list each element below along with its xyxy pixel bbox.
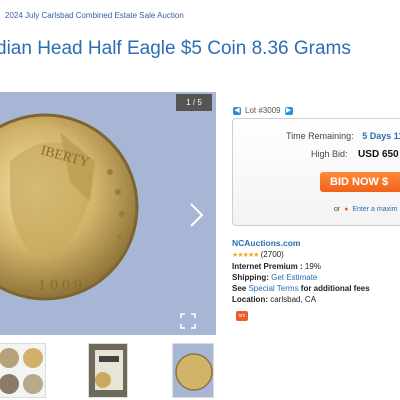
premium-label: Internet Premium : [232, 262, 303, 271]
location-label: Location: [232, 295, 268, 304]
max-bid-row: or ● Enter a maxim [334, 206, 398, 213]
chevron-right-icon [190, 203, 204, 227]
main-image[interactable]: IBERTY 1 0 0 9 [0, 92, 216, 335]
breadcrumb[interactable]: 2024 July Carlsbad Combined Estate Sale … [5, 11, 184, 20]
location-value: carlsbad, CA [270, 295, 317, 304]
time-remaining-row: Time Remaining: 5 Days 11 [286, 131, 400, 141]
see-text: See [232, 284, 247, 293]
rating-count: (2700) [260, 250, 284, 259]
time-remaining-label: Time Remaining: [286, 131, 354, 141]
next-lot-arrow-icon[interactable]: ▶ [284, 106, 293, 115]
bullet-icon: ● [344, 206, 349, 213]
shipping-label: Shipping: [232, 273, 269, 282]
seller-name-link[interactable]: NCAuctions.com [232, 238, 370, 249]
high-bid-row: High Bid: USD 650 [311, 149, 399, 160]
lot-navigation: ◀ Lot #3009 ▶ [233, 106, 293, 115]
premium-value: 19% [304, 262, 321, 271]
seller-rating: ★★★★★ (2700) [232, 249, 370, 261]
fees-text: for additional fees [300, 284, 370, 293]
image-counter: 1 / 5 [176, 94, 212, 111]
seller-info: NCAuctions.com ★★★★★ (2700) Internet Pre… [232, 238, 370, 305]
bid-now-button[interactable]: BID NOW $ [320, 172, 400, 192]
shipping-row: Shipping: Get Estimate [232, 272, 370, 283]
thumbnail-3[interactable] [172, 343, 214, 398]
thumbnail-1[interactable] [0, 343, 46, 398]
prev-lot-arrow-icon[interactable]: ◀ [233, 106, 241, 115]
fullscreen-button[interactable] [180, 313, 196, 329]
thumbnail-2[interactable] [88, 343, 128, 398]
time-remaining-value: 5 Days 11 [362, 131, 400, 141]
high-bid-value: USD 650 [358, 149, 399, 160]
location-row: Location: carlsbad, CA [232, 294, 370, 305]
lot-number: Lot #3009 [245, 106, 281, 115]
high-bid-label: High Bid: [311, 149, 348, 159]
rating-stars-icon: ★★★★★ [232, 252, 259, 259]
expand-icon [180, 313, 196, 329]
thumbnail-strip [0, 343, 400, 400]
special-terms-link[interactable]: Special Terms [248, 284, 298, 293]
special-terms-row: See Special Terms for additional fees [232, 283, 370, 294]
bid-now-label: BID NOW $ [330, 176, 389, 188]
next-image-arrow[interactable] [187, 202, 205, 228]
get-estimate-link[interactable]: Get Estimate [271, 273, 317, 282]
enter-max-bid-link[interactable]: Enter a maxim [352, 206, 397, 213]
coin-image: IBERTY 1 0 0 9 [0, 92, 216, 335]
coin-holder-thumbnail-image [89, 344, 127, 397]
seller-badge-icon[interactable]: sm [236, 311, 248, 321]
svg-text:1 0 0 9: 1 0 0 9 [38, 277, 82, 294]
or-text: or [334, 206, 341, 213]
coins-thumbnail-image [0, 344, 45, 397]
internet-premium-row: Internet Premium : 19% [232, 261, 370, 272]
coin-thumbnail-image [173, 344, 213, 397]
page-title: dian Head Half Eagle $5 Coin 8.36 Grams [0, 38, 351, 59]
